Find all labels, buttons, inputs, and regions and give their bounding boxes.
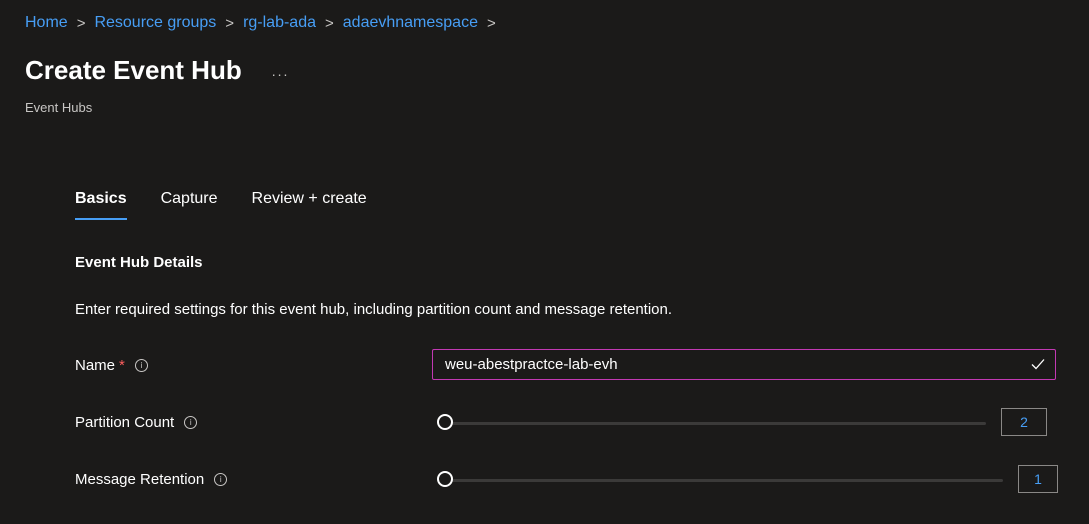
tab-basics[interactable]: Basics xyxy=(75,190,127,220)
breadcrumb-resource-group[interactable]: rg-lab-ada xyxy=(243,14,316,32)
breadcrumb-namespace[interactable]: adaevhnamespace xyxy=(343,14,478,32)
partition-count-label: Partition Count i xyxy=(75,414,198,431)
chevron-right-icon: > xyxy=(486,14,496,32)
create-event-hub-page: Home > Resource groups > rg-lab-ada > ad… xyxy=(0,0,1089,524)
slider-thumb[interactable] xyxy=(437,471,453,487)
section-title: Event Hub Details xyxy=(75,254,203,271)
page-subtitle: Event Hubs xyxy=(25,100,93,115)
info-icon[interactable]: i xyxy=(134,359,148,372)
title-row: Create Event Hub ... xyxy=(25,55,289,86)
slider-thumb[interactable] xyxy=(437,414,453,430)
message-retention-label: Message Retention i xyxy=(75,471,228,488)
message-retention-label-text: Message Retention xyxy=(75,471,205,488)
info-icon[interactable]: i xyxy=(184,416,198,429)
page-title: Create Event Hub xyxy=(25,55,242,85)
partition-count-value[interactable]: 2 xyxy=(1001,408,1047,436)
partition-count-slider[interactable] xyxy=(437,412,986,432)
name-input[interactable] xyxy=(433,355,1037,374)
message-retention-value[interactable]: 1 xyxy=(1018,465,1058,493)
partition-count-label-text: Partition Count xyxy=(75,414,175,431)
tab-bar: Basics Capture Review + create xyxy=(75,190,401,220)
name-label: Name * i xyxy=(75,357,148,374)
chevron-right-icon: > xyxy=(225,14,235,32)
required-marker: * xyxy=(119,357,125,374)
name-field xyxy=(432,349,1056,380)
breadcrumb-home[interactable]: Home xyxy=(25,14,68,32)
tab-capture[interactable]: Capture xyxy=(161,190,218,220)
chevron-right-icon: > xyxy=(76,14,86,32)
slider-track xyxy=(446,422,986,425)
message-retention-slider[interactable] xyxy=(437,469,1003,489)
info-icon[interactable]: i xyxy=(214,473,228,486)
breadcrumb-resource-groups[interactable]: Resource groups xyxy=(94,14,216,32)
more-icon[interactable]: ... xyxy=(272,63,290,79)
tab-review-create[interactable]: Review + create xyxy=(252,190,367,220)
section-description: Enter required settings for this event h… xyxy=(75,301,673,318)
slider-track xyxy=(446,479,1003,482)
name-label-text: Name xyxy=(75,357,116,374)
chevron-right-icon: > xyxy=(325,14,334,32)
check-icon xyxy=(1031,359,1045,370)
breadcrumb: Home > Resource groups > rg-lab-ada > ad… xyxy=(25,14,505,32)
